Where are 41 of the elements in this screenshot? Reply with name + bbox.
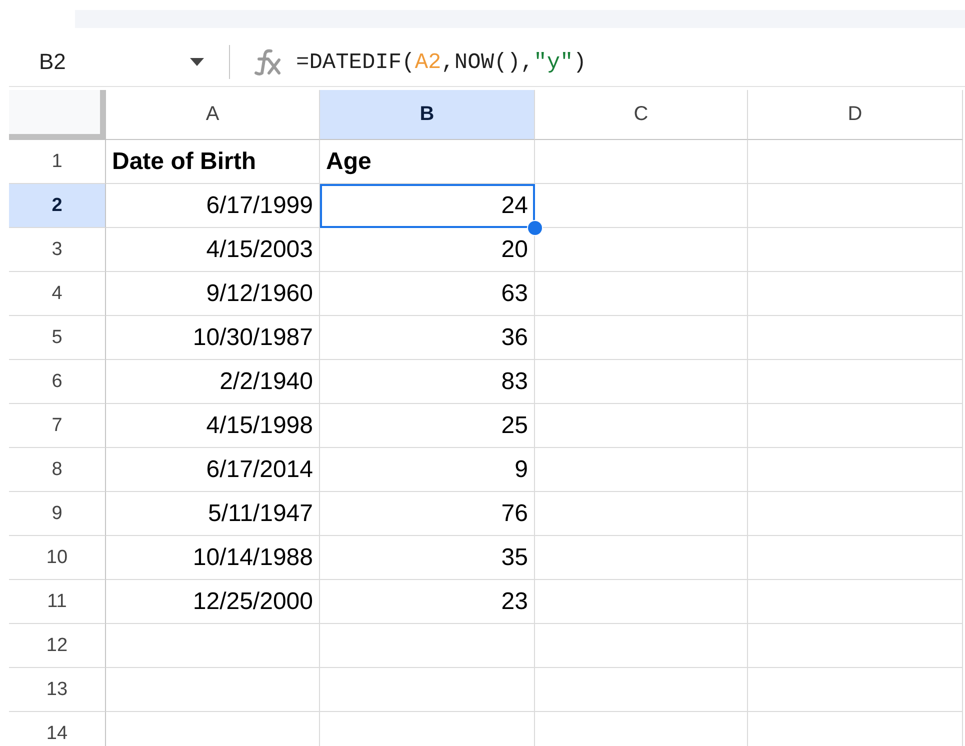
- row-header[interactable]: 9: [9, 492, 106, 536]
- row-header[interactable]: 6: [9, 360, 106, 404]
- table-cell[interactable]: Date of Birth: [106, 140, 320, 184]
- row-header[interactable]: 4: [9, 272, 106, 316]
- row-header[interactable]: 1: [9, 140, 106, 184]
- table-cell[interactable]: 12/25/2000: [106, 580, 320, 624]
- table-cell[interactable]: 36: [320, 316, 535, 360]
- table-cell[interactable]: 83: [320, 360, 535, 404]
- table-cell[interactable]: 2/2/1940: [106, 360, 320, 404]
- table-cell[interactable]: 9: [320, 448, 535, 492]
- row-header[interactable]: 3: [9, 228, 106, 272]
- column-header[interactable]: A: [106, 90, 320, 140]
- table-cell[interactable]: 23: [320, 580, 535, 624]
- column-header[interactable]: B: [320, 90, 535, 140]
- row-header[interactable]: 2: [9, 184, 106, 228]
- table-cell[interactable]: 25: [320, 404, 535, 448]
- row-header[interactable]: 11: [9, 580, 106, 624]
- row-header[interactable]: 12: [9, 624, 106, 668]
- table-cell[interactable]: 5/11/1947: [106, 492, 320, 536]
- column-header[interactable]: D: [748, 90, 963, 140]
- table-cell[interactable]: 6/17/2014: [106, 448, 320, 492]
- row-header[interactable]: 7: [9, 404, 106, 448]
- table-cell[interactable]: 4/15/2003: [106, 228, 320, 272]
- name-box[interactable]: B2: [9, 49, 229, 75]
- formula-input[interactable]: =DATEDIF(A2,NOW(),"y"): [296, 50, 586, 74]
- column-header[interactable]: C: [535, 90, 748, 140]
- row-header[interactable]: 10: [9, 536, 106, 580]
- table-cell[interactable]: 4/15/1998: [106, 404, 320, 448]
- table-cell[interactable]: 20: [320, 228, 535, 272]
- table-cell[interactable]: 35: [320, 536, 535, 580]
- table-cell[interactable]: 9/12/1960: [106, 272, 320, 316]
- table-cell[interactable]: 76: [320, 492, 535, 536]
- table-cell[interactable]: 6/17/1999: [106, 184, 320, 228]
- table-cell[interactable]: 10/30/1987: [106, 316, 320, 360]
- selected-cell[interactable]: 24: [320, 184, 535, 228]
- table-cell[interactable]: Age: [320, 140, 535, 184]
- row-header[interactable]: 5: [9, 316, 106, 360]
- table-cell[interactable]: 63: [320, 272, 535, 316]
- row-header[interactable]: 8: [9, 448, 106, 492]
- table-cell[interactable]: 10/14/1988: [106, 536, 320, 580]
- row-header[interactable]: 13: [9, 668, 106, 712]
